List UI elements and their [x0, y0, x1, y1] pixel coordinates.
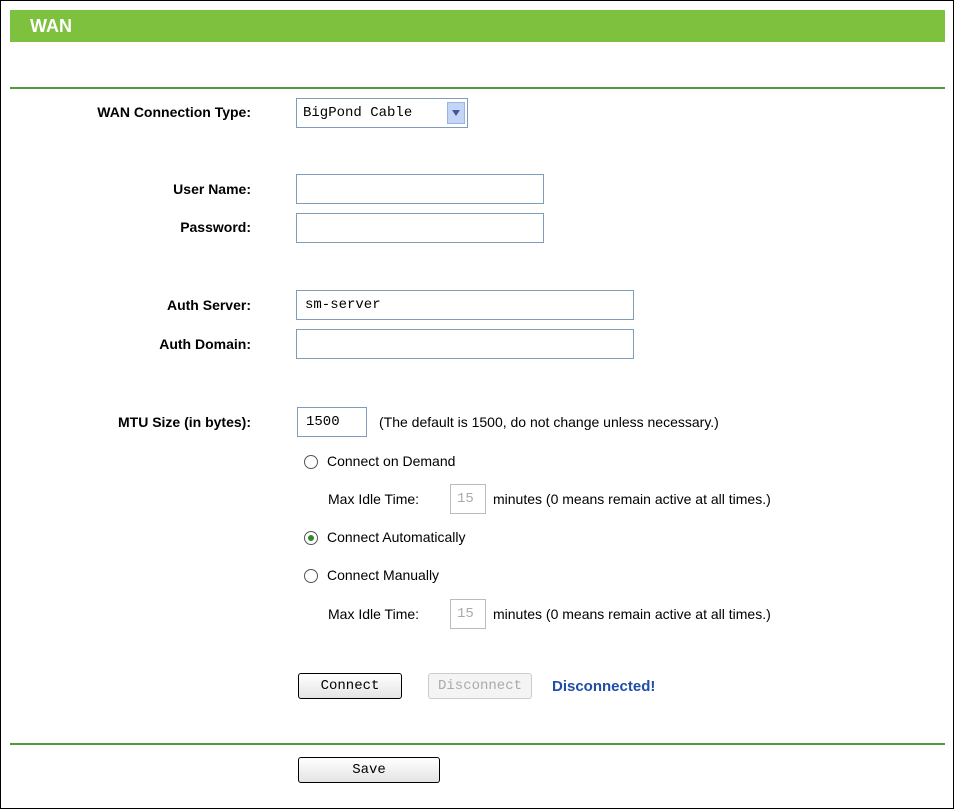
mtu-input[interactable]: 1500 [297, 407, 367, 437]
idle-time-suffix-1: minutes (0 means remain active at all ti… [493, 491, 771, 507]
connect-button[interactable]: Connect [298, 673, 402, 699]
disconnect-button[interactable]: Disconnect [428, 673, 532, 699]
mtu-label: MTU Size (in bytes): [117, 414, 251, 430]
idle-time-label-2: Max Idle Time: [328, 606, 420, 622]
connect-on-demand-label: Connect on Demand [327, 453, 456, 469]
auth-domain-input[interactable] [296, 329, 634, 359]
user-name-input[interactable] [296, 174, 544, 204]
title-bar: WAN [10, 10, 945, 42]
auth-server-label: Auth Server: [166, 297, 251, 313]
connect-manually-label: Connect Manually [327, 567, 440, 583]
password-input[interactable] [296, 213, 544, 243]
connect-automatically-label: Connect Automatically [327, 529, 466, 545]
connect-manually-radio[interactable] [304, 569, 318, 583]
password-label: Password: [180, 219, 251, 235]
connect-on-demand-radio[interactable] [304, 455, 318, 469]
top-divider [10, 87, 945, 89]
idle-time-input-2[interactable]: 15 [450, 599, 486, 629]
connection-type-select[interactable]: BigPond Cable [296, 98, 468, 128]
connection-type-value: BigPond Cable [303, 105, 413, 121]
wan-settings-panel: WAN WAN Connection Type: BigPond Cable U… [0, 0, 954, 809]
bottom-divider [10, 743, 945, 745]
connect-automatically-radio[interactable] [304, 531, 318, 545]
chevron-down-icon [447, 102, 465, 124]
idle-time-label-1: Max Idle Time: [328, 491, 420, 507]
idle-time-suffix-2: minutes (0 means remain active at all ti… [493, 606, 771, 622]
auth-domain-label: Auth Domain: [159, 336, 251, 352]
page-title: WAN [30, 16, 72, 36]
auth-server-input[interactable]: sm-server [296, 290, 634, 320]
user-name-label: User Name: [173, 181, 251, 197]
save-button[interactable]: Save [298, 757, 440, 783]
connection-status: Disconnected! [552, 678, 656, 695]
connection-type-label: WAN Connection Type: [97, 104, 251, 120]
idle-time-input-1[interactable]: 15 [450, 484, 486, 514]
mtu-hint: (The default is 1500, do not change unle… [379, 414, 719, 430]
